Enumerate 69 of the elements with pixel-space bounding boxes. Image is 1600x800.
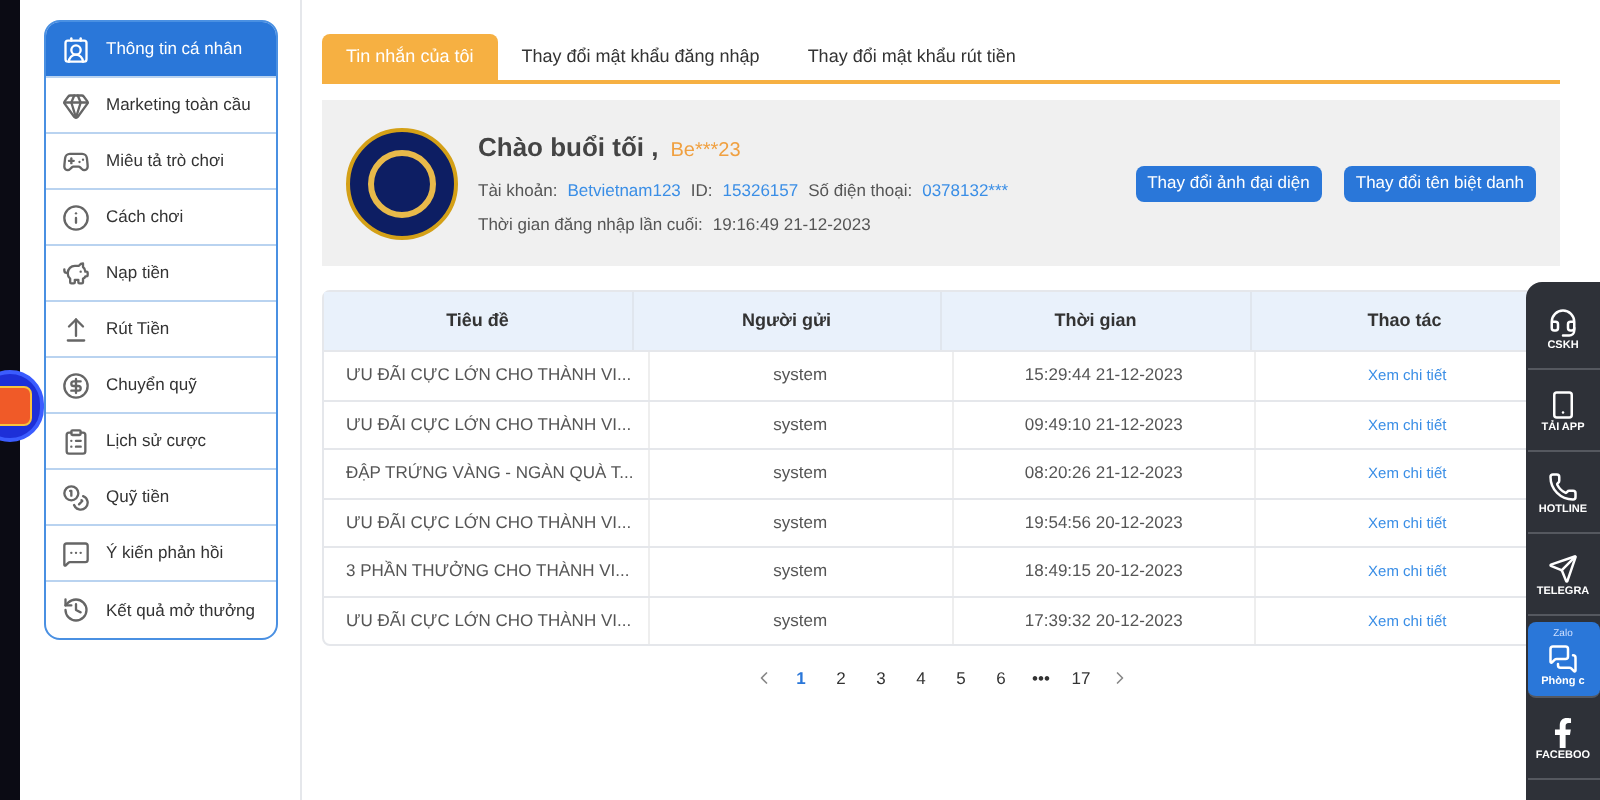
table-cell: ĐẬP TRỨNG VÀNG - NGÀN QUÀ T... — [346, 460, 634, 487]
table-cell: 17:39:32 20-12-2023 — [1024, 607, 1183, 634]
paper-plane-icon — [1548, 554, 1578, 585]
username: Be***23 — [670, 138, 741, 166]
greeting: Chào buổi tối , — [478, 130, 659, 166]
tab[interactable]: Thay đổi mật khẩu đăng nhập — [497, 34, 784, 80]
smartphone-icon — [1548, 390, 1578, 421]
table-cell: system — [773, 460, 828, 487]
page-number[interactable]: 6 — [989, 666, 1013, 692]
sidebar-item[interactable]: Thông tin cá nhân — [46, 22, 276, 78]
sidebar-item[interactable]: Kết quả mở thưởng — [46, 582, 276, 638]
table-cell: system — [773, 362, 828, 389]
sidebar-item[interactable]: Quỹ tiền — [46, 470, 276, 526]
account-label: Tài khoản: — [478, 177, 558, 203]
tab[interactable]: Thay đổi mật khẩu rút tiền — [783, 34, 1040, 80]
chat-bubbles-icon — [1548, 643, 1578, 674]
page-number[interactable]: 4 — [909, 666, 933, 692]
dollar-coin-icon — [62, 371, 90, 399]
table-cell: 15:29:44 21-12-2023 — [1024, 362, 1183, 389]
table-cell: 3 PHẦN THƯỞNG CHO THÀNH VI... — [346, 558, 630, 585]
profile-button[interactable]: Thay đổi ảnh đại diện — [1135, 165, 1322, 201]
sidebar-item[interactable]: Cách chơi — [46, 190, 276, 246]
account-value: Betvietnam123 — [567, 177, 681, 203]
headset-icon — [1548, 308, 1578, 339]
history-icon — [62, 596, 90, 624]
table-cell: ƯU ĐÃI CỰC LỚN CHO THÀNH VI... — [346, 607, 632, 634]
piggy-bank-icon — [62, 259, 90, 287]
phone-icon — [1548, 472, 1578, 503]
table-cell: 19:54:56 20-12-2023 — [1024, 509, 1183, 536]
page-number[interactable]: 1 — [789, 666, 813, 692]
page-number[interactable]: 5 — [949, 666, 973, 692]
table-cell: system — [773, 607, 828, 634]
phone-value: 0378132*** — [922, 177, 1009, 203]
last-login-value: 19:16:49 21-12-2023 — [712, 212, 871, 238]
id-value: 15326157 — [722, 177, 799, 203]
clipboard-list-icon — [62, 427, 90, 455]
table-cell: 08:20:26 21-12-2023 — [1024, 460, 1183, 487]
table-cell: system — [773, 558, 828, 585]
chat-bubble-icon — [62, 539, 90, 567]
page-number[interactable]: 17 — [1069, 666, 1093, 692]
sidebar-item[interactable]: Ý kiến phản hồi — [46, 526, 276, 582]
column-header: Người gửi — [633, 292, 942, 350]
table-cell: system — [773, 411, 828, 438]
diamond-icon — [62, 91, 90, 119]
page-number[interactable]: ••• — [1029, 666, 1053, 692]
phone-label: Số điện thoại: — [808, 177, 913, 203]
column-header: Thời gian — [942, 292, 1251, 350]
person-card-icon — [62, 35, 90, 63]
sidebar-item[interactable]: Lịch sử cược — [46, 414, 276, 470]
last-login-label: Thời gian đăng nhập lần cuối: — [478, 212, 703, 238]
sidebar-item[interactable]: Marketing toàn cầu — [46, 78, 276, 134]
profile-button[interactable]: Thay đổi tên biệt danh — [1343, 165, 1536, 201]
sidebar-item[interactable]: Nạp tiền — [46, 246, 276, 302]
coins-icon — [62, 483, 90, 511]
info-icon — [62, 203, 90, 231]
sidebar-item[interactable]: Chuyển quỹ — [46, 358, 276, 414]
table-cell: ƯU ĐÃI CỰC LỚN CHO THÀNH VI... — [346, 362, 632, 389]
table-cell: ƯU ĐÃI CỰC LỚN CHO THÀNH VI... — [346, 509, 632, 536]
table-cell: 09:49:10 21-12-2023 — [1024, 411, 1183, 438]
page-number[interactable]: 2 — [829, 666, 853, 692]
gamepad-icon — [62, 147, 90, 175]
table-cell: 18:49:15 20-12-2023 — [1024, 558, 1183, 585]
table-cell: ƯU ĐÃI CỰC LỚN CHO THÀNH VI... — [346, 411, 632, 438]
sidebar-item[interactable]: Miêu tả trò chơi — [46, 134, 276, 190]
sidebar-item[interactable]: Rút Tiền — [46, 302, 276, 358]
column-header: Tiêu đề — [324, 292, 633, 350]
page-number[interactable]: 3 — [869, 666, 893, 692]
id-label: ID: — [690, 177, 713, 203]
table-cell: system — [773, 509, 828, 536]
